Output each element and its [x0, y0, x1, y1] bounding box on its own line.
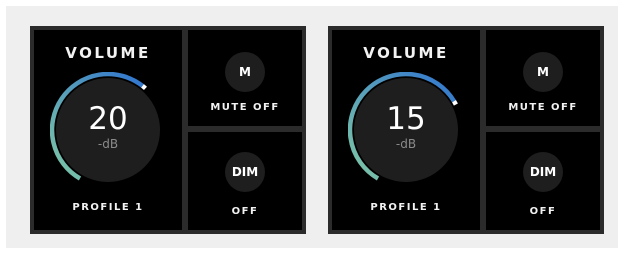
dim-button[interactable]: DIM	[523, 152, 563, 192]
mute-button[interactable]: M	[225, 52, 265, 92]
volume-dial[interactable]: 20 -dB	[50, 72, 166, 188]
profile-label[interactable]: PROFILE 1	[332, 202, 480, 213]
mute-status: MUTE OFF	[210, 102, 280, 113]
volume-unit: -dB	[97, 137, 119, 151]
volume-section: VOLUME 15 -dB PROFILE 1	[332, 30, 480, 230]
volume-value: 20	[88, 101, 128, 137]
volume-widget-1: VOLUME 20 -dB PROFILE 1 M MUTE OFF DIM O…	[30, 26, 306, 234]
volume-value: 15	[386, 101, 426, 137]
mute-section: M MUTE OFF	[486, 30, 600, 126]
mute-status: MUTE OFF	[508, 102, 578, 113]
mute-button[interactable]: M	[523, 52, 563, 92]
volume-unit: -dB	[395, 137, 417, 151]
volume-indicator-tick	[141, 84, 147, 91]
volume-dial[interactable]: 15 -dB	[348, 72, 464, 188]
volume-title: VOLUME	[363, 44, 449, 62]
volume-section: VOLUME 20 -dB PROFILE 1	[34, 30, 182, 230]
volume-title: VOLUME	[65, 44, 151, 62]
dim-button[interactable]: DIM	[225, 152, 265, 192]
mute-section: M MUTE OFF	[188, 30, 302, 126]
canvas-background: VOLUME 20 -dB PROFILE 1 M MUTE OFF DIM O…	[6, 6, 618, 248]
dim-status: OFF	[529, 206, 557, 217]
dim-section: DIM OFF	[188, 132, 302, 230]
dim-status: OFF	[231, 206, 259, 217]
dim-section: DIM OFF	[486, 132, 600, 230]
profile-label[interactable]: PROFILE 1	[34, 202, 182, 213]
volume-widget-2: VOLUME 15 -dB PROFILE 1 M MUTE OFF DIM O…	[328, 26, 604, 234]
